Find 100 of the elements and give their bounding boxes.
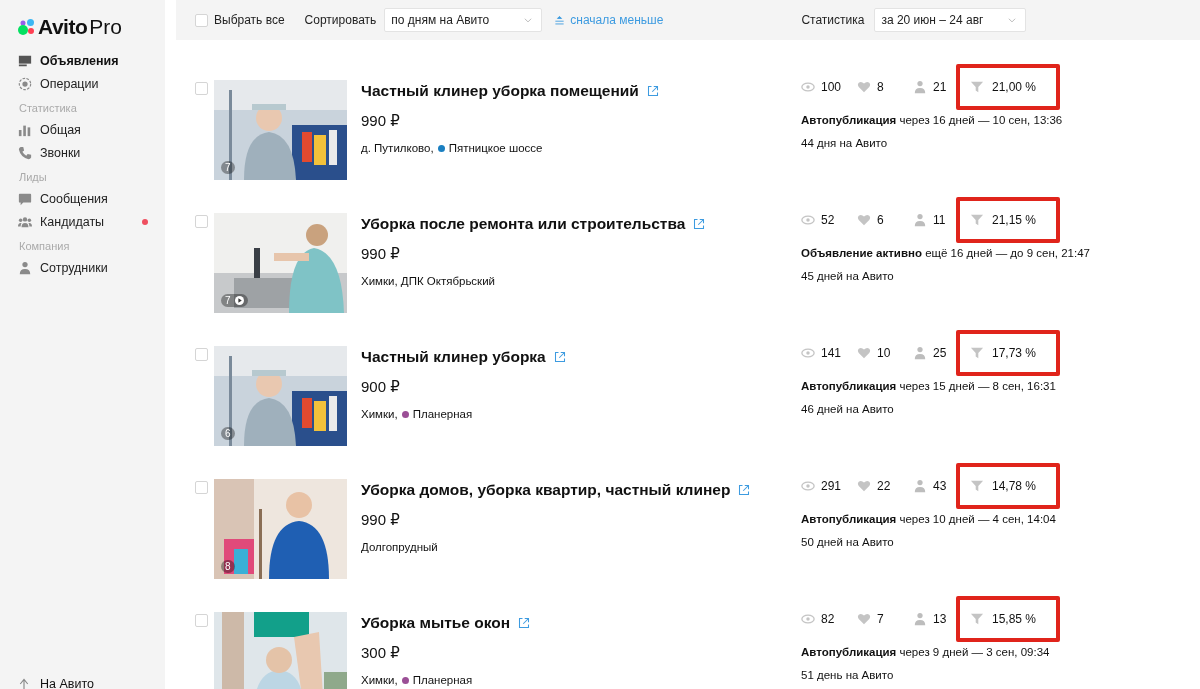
sidebar-item-label: Кандидаты — [40, 215, 105, 230]
photo-count: 7 — [221, 294, 248, 307]
sidebar-item[interactable]: Общая — [18, 118, 158, 142]
listing-price: 990 ₽ — [361, 112, 401, 130]
listing-checkbox[interactable] — [195, 215, 208, 228]
listing-price: 990 ₽ — [361, 511, 401, 529]
contacts-count: 11 — [933, 213, 946, 227]
conversion-rate: 14,78 % — [992, 479, 1037, 493]
sidebar-item[interactable]: Операции — [18, 72, 158, 96]
listing-title[interactable]: Частный клинер уборка — [361, 348, 546, 366]
heart-icon — [857, 80, 871, 94]
external-link-icon — [553, 351, 566, 363]
sidebar-item[interactable]: Звонки — [18, 141, 158, 165]
people-icon — [18, 215, 32, 230]
back-to-site-link[interactable]: На Авито — [40, 677, 94, 689]
phone-icon — [18, 146, 32, 161]
contacts-count: 43 — [933, 479, 947, 493]
listing-location: Долгопрудный — [361, 541, 438, 553]
sidebar-item-label: Звонки — [40, 146, 81, 161]
chevron-down-icon — [523, 15, 534, 25]
sort-dropdown[interactable]: по дням на Авито — [384, 8, 543, 32]
listing-title[interactable]: Уборка мытье окон — [361, 614, 511, 632]
views-count: 291 — [821, 479, 842, 493]
listing-checkbox[interactable] — [195, 614, 208, 627]
conversion-rate: 17,73 % — [992, 346, 1037, 360]
section-heading: Компания — [19, 240, 71, 252]
listing-location: Химки, — [361, 674, 398, 686]
conversion-rate: 21,15 % — [992, 213, 1037, 227]
heart-icon — [857, 346, 871, 360]
views-count: 52 — [821, 213, 835, 227]
heart-icon — [857, 213, 871, 227]
coin-icon — [18, 77, 32, 92]
eye-icon — [801, 213, 815, 227]
eye-icon — [801, 612, 815, 626]
person-icon — [913, 612, 927, 626]
person-icon — [913, 346, 927, 360]
logo-suffix: Pro — [89, 15, 122, 39]
listing-price: 900 ₽ — [361, 378, 401, 396]
logo-icon — [18, 18, 36, 36]
sidebar-item[interactable]: Сотрудники — [18, 256, 158, 280]
sidebar-item[interactable]: Кандидаты — [18, 210, 158, 234]
play-icon — [234, 296, 244, 305]
section-heading: Статистика — [19, 102, 78, 114]
metro-station: Планерная — [412, 674, 473, 686]
listing-title[interactable]: Частный клинер уборка помещений — [361, 82, 639, 100]
publication-status: Объявление активно ещё 16 дней — до 9 сен, 21:47 — [801, 247, 1090, 259]
eye-icon — [801, 479, 815, 493]
person-icon — [913, 213, 927, 227]
section-heading: Лиды — [19, 171, 48, 183]
listing-title[interactable]: Уборка после ремонта или строительства — [361, 215, 686, 233]
listing-checkbox[interactable] — [195, 481, 208, 494]
funnel-icon — [970, 346, 984, 360]
sidebar-item-label: Объявления — [40, 53, 119, 68]
views-count: 141 — [821, 346, 842, 360]
sidebar-item-label: Сотрудники — [40, 260, 108, 275]
conversion-rate: 15,85 % — [992, 612, 1037, 626]
listing-location: Химки, ДПК Октябрьский — [361, 275, 495, 287]
metro-station: Пятницкое шоссе — [448, 142, 543, 154]
logo-text: Avito — [38, 15, 88, 39]
days-on-site: 50 дней на Авито — [801, 536, 895, 548]
person-icon — [913, 479, 927, 493]
publication-status: Автопубликация через 10 дней — 4 сен, 14:04 — [801, 513, 1057, 525]
arrow-up-icon — [18, 678, 30, 689]
funnel-icon — [970, 80, 984, 94]
days-on-site: 45 дней на Авито — [801, 270, 895, 282]
external-link-icon — [518, 617, 531, 629]
sort-icon — [554, 14, 566, 26]
listing-title[interactable]: Уборка домов, уборка квартир, частный клинер — [361, 481, 731, 499]
listing-checkbox[interactable] — [195, 82, 208, 95]
sidebar-item[interactable]: Сообщения — [18, 187, 158, 211]
listing-location: д. Путилково, — [361, 142, 434, 154]
listing-price: 990 ₽ — [361, 245, 401, 263]
select-all-label: Выбрать все — [214, 13, 285, 27]
days-on-site: 46 дней на Авито — [801, 403, 895, 415]
days-on-site: 51 день на Авито — [801, 669, 895, 681]
sort-label: Сортировать — [304, 13, 377, 27]
person-icon — [913, 80, 927, 94]
listing-icon — [18, 53, 32, 68]
listing-price: 300 ₽ — [361, 644, 401, 662]
publication-status: Автопубликация через 16 дней — 10 сен, 13:36 — [801, 114, 1063, 126]
contacts-count: 21 — [933, 80, 947, 94]
chevron-down-icon — [1007, 15, 1018, 25]
sidebar-item[interactable]: Объявления — [18, 49, 158, 73]
photo-count: 8 — [221, 560, 235, 573]
views-count: 82 — [821, 612, 835, 626]
external-link-icon — [693, 218, 706, 230]
listing-checkbox[interactable] — [195, 348, 208, 361]
listing-location: Химки, — [361, 408, 398, 420]
logo[interactable]: AvitoPro — [18, 15, 165, 39]
select-all-checkbox[interactable] — [195, 13, 208, 27]
favorites-count: 10 — [877, 346, 891, 360]
heart-icon — [857, 479, 871, 493]
publication-status: Автопубликация через 15 дней — 8 сен, 16:31 — [801, 380, 1057, 392]
days-on-site: 44 дня на Авито — [801, 137, 889, 149]
contacts-count: 25 — [933, 346, 947, 360]
heart-icon — [857, 612, 871, 626]
metro-station: Планерная — [412, 408, 473, 420]
external-link-icon — [646, 85, 659, 97]
sidebar-item-label: Сообщения — [40, 191, 108, 206]
period-dropdown[interactable]: за 20 июн – 24 авг — [874, 8, 1027, 32]
